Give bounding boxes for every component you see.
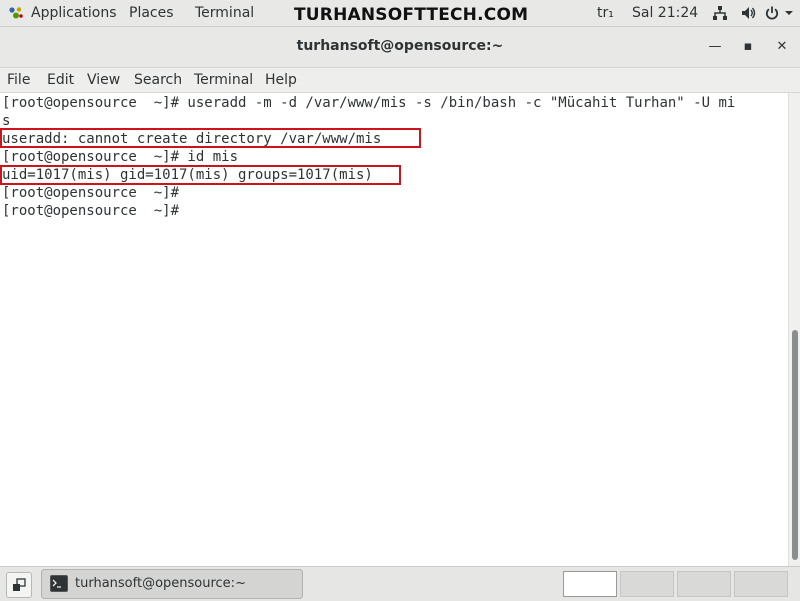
terminal-line: [root@opensource ~]# useradd -m -d /var/…: [2, 95, 736, 111]
terminal-output[interactable]: [root@opensource ~]# useradd -m -d /var/…: [0, 93, 788, 566]
volume-icon[interactable]: [740, 5, 756, 21]
apps-icon[interactable]: [8, 6, 24, 20]
brand-watermark: TURHANSOFTTECH.COM: [294, 5, 529, 25]
workspace-4[interactable]: [734, 571, 788, 597]
workspace-3[interactable]: [677, 571, 731, 597]
power-icon[interactable]: [764, 5, 780, 21]
menu-edit[interactable]: Edit: [47, 71, 74, 89]
window-titlebar[interactable]: turhansoft@opensource:~ — ▪ ✕: [0, 27, 800, 68]
scrollbar[interactable]: [788, 93, 800, 566]
window-title: turhansoft@opensource:~: [296, 38, 504, 54]
close-button[interactable]: ✕: [771, 37, 793, 57]
menu-file[interactable]: File: [7, 71, 30, 89]
terminal-icon: [50, 575, 68, 592]
clock[interactable]: Sal 21:24: [632, 5, 698, 21]
maximize-button[interactable]: ▪: [737, 37, 759, 57]
terminal-line: [root@opensource ~]# id mis: [2, 149, 239, 165]
show-desktop-icon: [13, 578, 26, 591]
scrollbar-thumb[interactable]: [792, 330, 798, 560]
top-panel: Applications Places Terminal TURHANSOFTT…: [0, 0, 800, 27]
terminal-line: [root@opensource ~]#: [2, 185, 180, 201]
workspace-2[interactable]: [620, 571, 674, 597]
menu-search[interactable]: Search: [134, 71, 182, 89]
menu-terminal[interactable]: Terminal: [194, 71, 253, 89]
workspace-1[interactable]: [563, 571, 617, 597]
keyboard-layout-indicator[interactable]: tr₁: [597, 5, 614, 21]
menu-help[interactable]: Help: [265, 71, 297, 89]
places-menu[interactable]: Places: [129, 5, 174, 21]
applications-menu[interactable]: Applications: [31, 5, 117, 21]
bottom-panel: turhansoft@opensource:~: [0, 566, 800, 601]
terminal-line: [root@opensource ~]#: [2, 203, 180, 219]
show-desktop-button[interactable]: [6, 572, 32, 598]
taskbar-window-label: turhansoft@opensource:~: [75, 576, 246, 591]
minimize-button[interactable]: —: [704, 37, 726, 57]
highlight-box-id-output: [0, 165, 401, 185]
menu-bar: File Edit View Search Terminal Help: [0, 68, 800, 93]
terminal-app-menu[interactable]: Terminal: [195, 5, 254, 21]
highlight-box-error: [0, 128, 421, 148]
taskbar-window-terminal[interactable]: turhansoft@opensource:~: [41, 569, 303, 599]
menu-view[interactable]: View: [87, 71, 120, 89]
network-icon[interactable]: [712, 5, 728, 21]
chevron-down-icon[interactable]: [783, 5, 795, 21]
